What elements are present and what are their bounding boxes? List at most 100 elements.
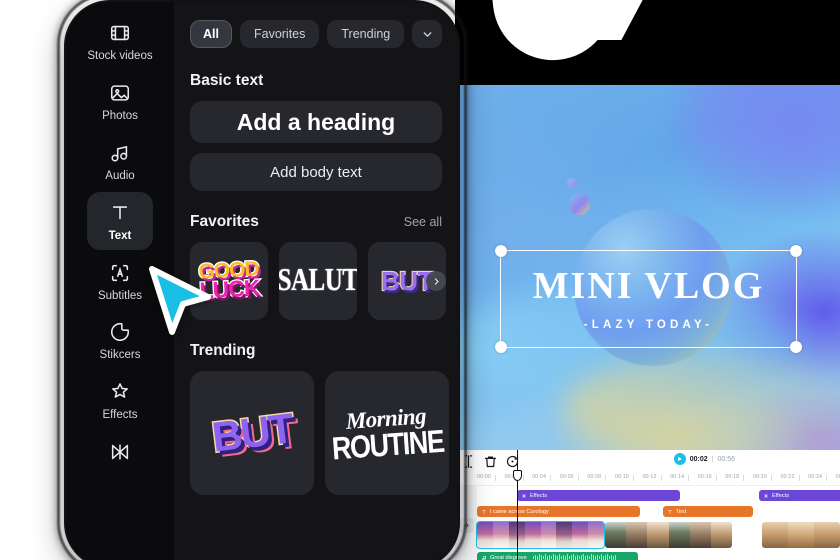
sidebar-item-label: Effects xyxy=(102,409,138,422)
ruler-tick-mark xyxy=(577,475,579,481)
trending-card-but[interactable]: BUT xyxy=(190,371,314,495)
text-t-icon xyxy=(108,201,132,225)
sidebar-item-stock-videos[interactable]: Stock videos xyxy=(87,12,153,70)
ruler-tick-mark xyxy=(660,475,662,481)
resize-handle-bottom-left[interactable] xyxy=(495,341,507,353)
timeline-video-clip-2[interactable] xyxy=(605,522,732,548)
video-preview-canvas[interactable]: MINI VLOG -LAZY TODAY- xyxy=(455,85,840,450)
resize-handle-top-left[interactable] xyxy=(495,245,507,257)
clip-label: Text xyxy=(676,508,687,515)
add-heading-button[interactable]: Add a heading xyxy=(190,101,442,143)
clip-label: Effects xyxy=(772,492,789,499)
ruler-tick-mark xyxy=(495,475,496,481)
canvas-subtitle-text[interactable]: -LAZY TODAY- xyxy=(501,319,796,331)
sticker-icon xyxy=(108,320,132,344)
ruler-tick-label: 00:06 xyxy=(559,474,574,480)
ruler-tick-mark xyxy=(826,475,828,481)
canvas-moon-large xyxy=(568,192,591,215)
ruler-tick-label: 00:04 xyxy=(532,474,547,480)
sidebar-item-stikcers[interactable]: Stikcers xyxy=(87,311,153,369)
sidebar-item-label: Stock videos xyxy=(87,50,153,62)
clip-label: Effects xyxy=(530,492,547,499)
timeline-video-clip-3[interactable] xyxy=(762,522,840,548)
sidebar-item-effects[interactable]: Effects xyxy=(87,371,153,429)
ruler-tick-label: 00:26 xyxy=(835,474,840,480)
mouse-cursor xyxy=(149,266,211,335)
ruler-tick-label: 00:00 xyxy=(477,474,491,480)
resize-handle-bottom-right[interactable] xyxy=(790,341,802,353)
card-artwork: Morning ROUTINE xyxy=(330,403,445,467)
clip-label: Great disgrove xyxy=(490,554,527,560)
playhead-knob[interactable] xyxy=(513,470,522,481)
chevron-right-icon[interactable] xyxy=(426,271,446,291)
film-strip-icon xyxy=(108,21,132,45)
ruler-tick-label: 00:12 xyxy=(642,474,657,480)
timeline-clip-text-2[interactable]: Text xyxy=(663,506,753,517)
text-t-icon xyxy=(482,509,486,514)
filter-chip-favorites[interactable]: Favorites xyxy=(239,20,320,48)
text-panel[interactable]: All Favorites Trending Basic text Add a … xyxy=(174,2,458,560)
canvas-moon-small xyxy=(566,178,577,189)
visibility-icon[interactable] xyxy=(459,518,474,533)
play-icon[interactable] xyxy=(673,453,686,465)
sidebar-item-subtitles[interactable]: Subtitles xyxy=(87,252,153,310)
favorites-section-header: Favorites See all xyxy=(190,213,442,231)
split-icon[interactable] xyxy=(461,454,476,469)
favorites-card-row[interactable]: GOOD LUCK SALUT BUT xyxy=(190,242,446,320)
resize-handle-top-right[interactable] xyxy=(790,245,802,257)
trending-card-morning-routine[interactable]: Morning ROUTINE xyxy=(325,371,449,495)
timeline-video-clip-1[interactable] xyxy=(476,521,605,549)
sparkle-star-icon xyxy=(108,380,132,404)
filter-chip-row[interactable]: All Favorites Trending xyxy=(190,20,442,48)
ruler-tick-label: 00:16 xyxy=(697,474,712,480)
ruler-tick-mark xyxy=(798,475,800,481)
sidebar-item-audio[interactable]: Audio xyxy=(87,132,153,190)
sidebar-item-transitions[interactable] xyxy=(87,431,153,471)
trending-card-row[interactable]: BUT Morning ROUTINE xyxy=(190,371,449,495)
screenshot-stage: MINI VLOG -LAZY TODAY- 00:02 | 00:56 00:… xyxy=(0,0,840,560)
button-label: Add body text xyxy=(270,163,362,181)
filter-chip-trending[interactable]: Trending xyxy=(327,20,405,48)
ruler-tick-mark xyxy=(522,475,524,481)
sidebar-item-text[interactable]: Text xyxy=(87,191,153,250)
timecode-display: 00:02 | 00:56 xyxy=(673,453,735,465)
music-note-icon xyxy=(481,555,486,560)
music-note-icon xyxy=(108,141,132,165)
favorite-card-salut[interactable]: SALUT xyxy=(279,242,357,320)
timeline-playhead[interactable] xyxy=(513,450,522,560)
card-artwork: SALUT xyxy=(279,263,357,298)
text-selection-box[interactable]: MINI VLOG -LAZY TODAY- xyxy=(495,245,802,353)
button-label: Add a heading xyxy=(236,108,396,135)
ruler-tick-mark xyxy=(605,475,607,481)
card-artwork: BUT xyxy=(208,403,296,462)
ruler-tick-label: 00:08 xyxy=(587,474,602,480)
trending-section-title: Trending xyxy=(190,342,256,359)
timeline-clip-effects-2[interactable]: Effects xyxy=(759,490,840,501)
chevron-down-icon[interactable] xyxy=(412,20,442,48)
card-line-2: ROUTINE xyxy=(330,423,445,467)
ruler-tick-mark xyxy=(550,475,552,481)
canvas-title-text[interactable]: MINI VLOG xyxy=(501,267,796,305)
sidebar-item-label: Stikcers xyxy=(99,349,141,362)
see-all-link[interactable]: See all xyxy=(404,215,442,229)
ruler-tick-mark xyxy=(743,475,745,481)
filter-chip-all[interactable]: All xyxy=(190,20,232,48)
timeline-clip-audio-1[interactable]: Great disgrove xyxy=(477,552,638,560)
sidebar-item-label: Audio xyxy=(105,169,135,182)
add-body-text-button[interactable]: Add body text xyxy=(190,153,442,191)
audio-waveform xyxy=(532,553,616,560)
timeline-clip-text-1[interactable]: I came across Curology xyxy=(477,506,640,517)
ruler-tick-label: 00:22 xyxy=(780,474,795,480)
subtitles-a-icon xyxy=(108,261,132,285)
ruler-tick-label: 00:24 xyxy=(808,474,823,480)
sidebar-item-label: Text xyxy=(108,229,132,242)
delete-trash-icon[interactable] xyxy=(483,454,498,469)
ruler-tick-mark xyxy=(715,475,717,481)
timeline-panel[interactable]: 00:02 | 00:56 00:00 00:02 00:04 00:06 00:08 0… xyxy=(455,450,840,560)
text-t-icon xyxy=(668,509,672,514)
phone-device-frame: Stock videos Photos Audio Text Subtitles Stik… xyxy=(66,2,458,560)
sidebar-item-photos[interactable]: Photos xyxy=(87,72,153,130)
effects-icon xyxy=(764,493,768,498)
sidebar-item-label: Photos xyxy=(102,109,138,122)
timeline-clip-effects-1[interactable]: Effects xyxy=(517,490,680,501)
